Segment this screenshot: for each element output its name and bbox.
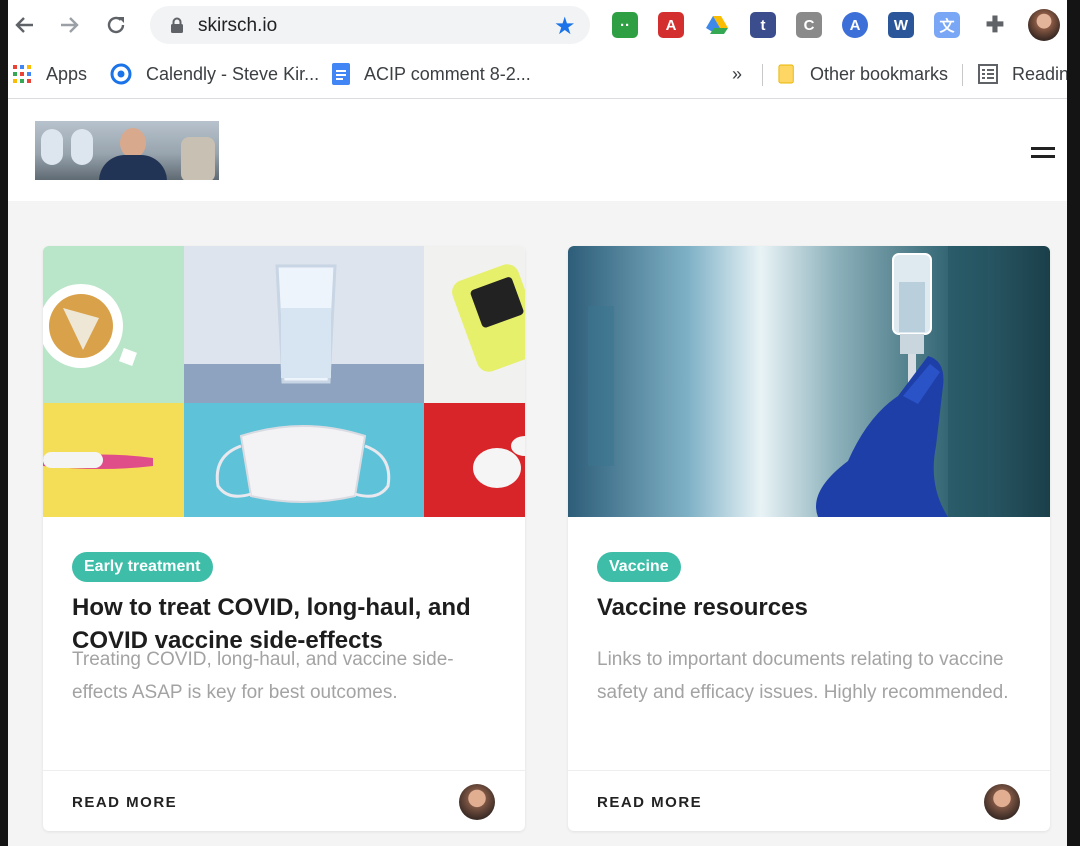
- site-logo[interactable]: [35, 121, 219, 180]
- bookmark-star-icon[interactable]: ★: [554, 12, 576, 41]
- logo-window-shape: [41, 129, 63, 165]
- profile-avatar[interactable]: [1028, 9, 1060, 41]
- extension-a-icon[interactable]: A: [842, 12, 868, 38]
- card-image-vaccine[interactable]: [568, 246, 1050, 517]
- bookmarks-divider: [762, 64, 763, 86]
- logo-seat-shape: [181, 137, 215, 180]
- post-card-early-treatment[interactable]: Early treatment How to treat COVID, long…: [43, 246, 525, 831]
- read-more-link[interactable]: READ MORE: [597, 794, 702, 811]
- menu-icon[interactable]: [1031, 147, 1055, 159]
- browser-toolbar: skirsch.io ★ ·· A t C A W 文 ✚: [8, 0, 1067, 50]
- author-avatar[interactable]: [459, 784, 495, 820]
- folder-icon: [778, 64, 794, 84]
- bookmark-label: ACIP comment 8-2...: [364, 63, 531, 84]
- site-header: [8, 99, 1067, 201]
- bookmark-apps[interactable]: Apps: [12, 62, 87, 86]
- logo-window-shape: [71, 129, 93, 165]
- bookmark-calendly[interactable]: Calendly - Steve Kir...: [110, 62, 319, 86]
- extension-c-icon[interactable]: C: [796, 12, 822, 38]
- address-bar[interactable]: skirsch.io ★: [150, 6, 590, 44]
- apps-grid-icon: [13, 65, 31, 83]
- post-excerpt: Treating COVID, long-haul, and vaccine s…: [72, 649, 454, 703]
- puzzle-icon[interactable]: ✚: [982, 12, 1008, 38]
- bookmarks-divider: [962, 64, 963, 86]
- word-icon[interactable]: W: [888, 12, 914, 38]
- bookmark-label: Apps: [46, 63, 88, 84]
- reading-list-label: Readin: [1012, 63, 1067, 84]
- card-footer: READ MORE: [568, 770, 1050, 831]
- logo-person-head: [120, 128, 146, 158]
- post-excerpt: Links to important documents relating to…: [597, 649, 1009, 703]
- browser-window: skirsch.io ★ ·· A t C A W 文 ✚ Apps Calen…: [8, 0, 1067, 846]
- google-docs-icon: [332, 63, 350, 85]
- lock-icon: [171, 17, 183, 33]
- category-badge[interactable]: Vaccine: [597, 552, 681, 582]
- url-text: skirsch.io: [198, 15, 278, 36]
- card-image-collage[interactable]: [43, 246, 525, 517]
- reading-list-icon: [978, 64, 998, 84]
- acrobat-icon[interactable]: A: [658, 12, 684, 38]
- back-icon[interactable]: [10, 11, 38, 39]
- logo-person-body: [99, 155, 167, 180]
- post-title[interactable]: Vaccine resources: [597, 591, 1017, 624]
- roboform-icon[interactable]: ··: [612, 12, 638, 38]
- forward-icon[interactable]: [56, 11, 84, 39]
- other-bookmarks-folder[interactable]: Other bookmarks: [778, 62, 948, 86]
- post-card-vaccine[interactable]: Vaccine Vaccine resources Links to impor…: [568, 246, 1050, 831]
- google-drive-icon[interactable]: [704, 12, 730, 38]
- author-avatar[interactable]: [984, 784, 1020, 820]
- bookmark-acip[interactable]: ACIP comment 8-2...: [332, 62, 531, 86]
- reading-list-button[interactable]: Readin: [978, 62, 1067, 86]
- calendly-icon: [110, 63, 132, 85]
- read-more-link[interactable]: READ MORE: [72, 794, 177, 811]
- bookmarks-overflow-button[interactable]: »: [732, 62, 742, 86]
- translate-icon[interactable]: 文: [934, 12, 960, 38]
- category-badge[interactable]: Early treatment: [72, 552, 213, 582]
- reload-icon[interactable]: [102, 11, 130, 39]
- other-bookmarks-label: Other bookmarks: [810, 63, 949, 84]
- tumblr-icon[interactable]: t: [750, 12, 776, 38]
- bookmarks-bar: Apps Calendly - Steve Kir... ACIP commen…: [8, 50, 1067, 99]
- card-footer: READ MORE: [43, 770, 525, 831]
- bookmark-label: Calendly - Steve Kir...: [146, 63, 320, 84]
